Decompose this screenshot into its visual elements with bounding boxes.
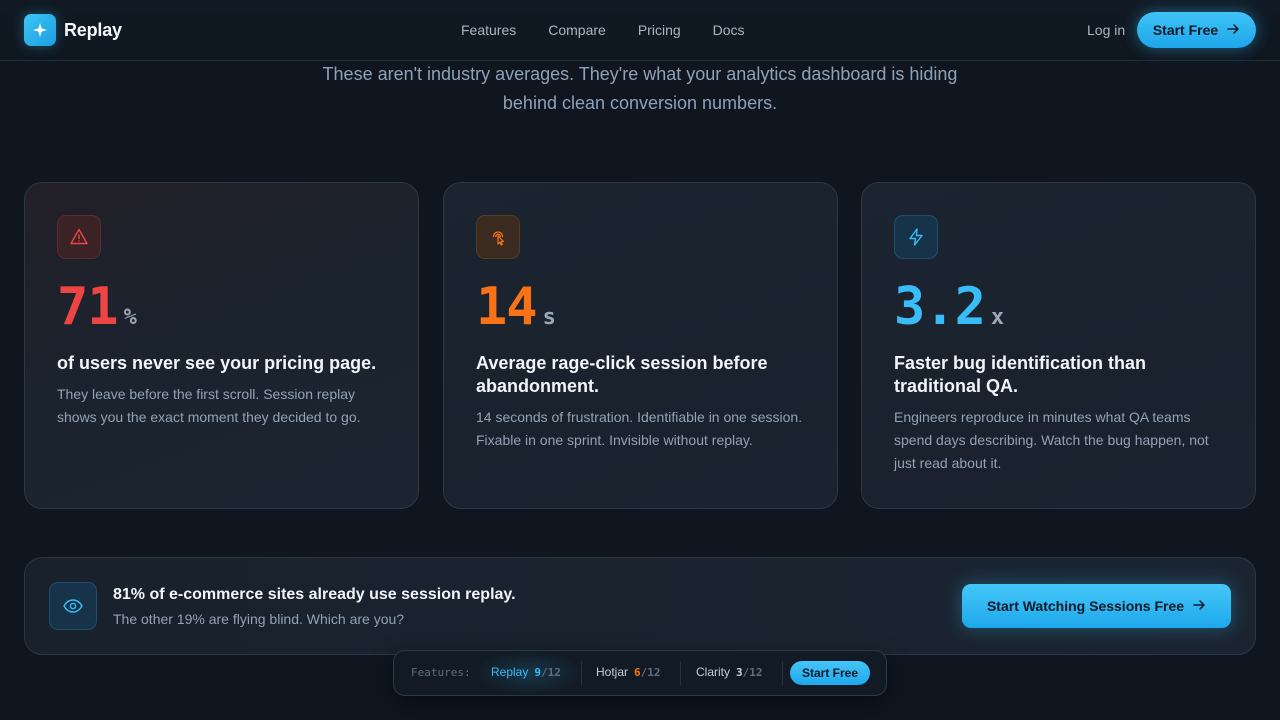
stat-description: 14 seconds of frustration. Identifiable … [476,409,803,448]
stat-unit: % [123,305,137,330]
top-nav: Replay Features Compare Pricing Docs Log… [0,0,1280,61]
stat-unit: s [542,305,556,330]
compare-item-clarity[interactable]: Clarity 3 /12 [696,665,763,679]
stat-title: Faster bug identification than tradition… [894,353,1147,396]
adoption-banner: 81% of e-commerce sites already use sess… [24,557,1256,655]
login-link[interactable]: Log in [1087,22,1125,38]
start-watching-button[interactable]: Start Watching Sessions Free [962,584,1231,628]
compare-item-hotjar[interactable]: Hotjar 6 /12 [596,665,661,679]
compare-item-score: 3 [736,666,743,679]
nav-links: Features Compare Pricing Docs [461,22,745,38]
sparkle-icon [24,14,56,46]
stat-title: Average rage-click session before abando… [476,353,768,396]
stat-card-pricing: 71 % of users never see your pricing pag… [24,182,419,509]
feature-compare-bar: Features: Replay 9 /12 Hotjar 6 /12 Clar… [393,650,887,696]
nav-link-pricing[interactable]: Pricing [638,22,681,38]
banner-subtitle: The other 19% are flying blind. Which ar… [113,611,405,627]
compare-item-total: /12 [540,666,561,679]
stat-title: of users never see your pricing page. [57,353,377,373]
nav-link-features[interactable]: Features [461,22,516,38]
warning-triangle-icon [57,215,101,259]
compare-item-total: /12 [742,666,763,679]
stat-number: 3.2 [894,277,986,337]
compare-item-total: /12 [640,666,661,679]
divider [680,661,681,685]
subtitle-line-1: These aren't industry averages. They're … [322,64,958,84]
stat-unit: x [990,305,1005,330]
stat-number: 14 [476,277,538,337]
divider [782,661,783,685]
start-watching-label: Start Watching Sessions Free [986,598,1185,614]
compare-item-name: Replay [491,665,529,679]
brand-name: Replay [64,19,122,40]
stat-card-bug-identification: 3.2 x Faster bug identification than tra… [861,182,1256,509]
stat-number: 71 [57,277,119,337]
compare-item-name: Clarity [696,665,731,679]
compare-item-score: 9 [534,666,541,679]
eye-icon [49,582,97,630]
divider [581,661,582,685]
brand-logo[interactable]: Replay [24,14,122,46]
lightning-bolt-icon [894,215,938,259]
subtitle-line-2: behind clean conversion numbers. [502,93,778,113]
arrow-right-icon [1226,22,1240,39]
stat-value: 71 % [57,278,386,336]
compare-label: Features: [411,666,471,679]
arrow-right-icon [1192,598,1206,615]
banner-title: 81% of e-commerce sites already use sess… [113,586,516,603]
stat-value: 14 s [476,278,805,336]
compare-item-score: 6 [634,666,641,679]
stat-card-rage-click: 14 s Average rage-click session before a… [443,182,838,509]
start-free-label: Start Free [1152,22,1219,38]
compare-start-free-button[interactable]: Start Free [790,661,870,685]
pointer-tap-icon [476,215,520,259]
stat-value: 3.2 x [894,278,1223,336]
start-free-button[interactable]: Start Free [1137,12,1256,48]
nav-link-docs[interactable]: Docs [713,22,745,38]
stat-description: Engineers reproduce in minutes what QA t… [894,409,1209,471]
nav-link-compare[interactable]: Compare [548,22,606,38]
section-subtitle: These aren't industry averages. They're … [290,60,990,118]
compare-item-replay[interactable]: Replay 9 /12 [491,665,561,679]
compare-item-name: Hotjar [596,665,629,679]
stat-description: They leave before the first scroll. Sess… [57,386,361,425]
